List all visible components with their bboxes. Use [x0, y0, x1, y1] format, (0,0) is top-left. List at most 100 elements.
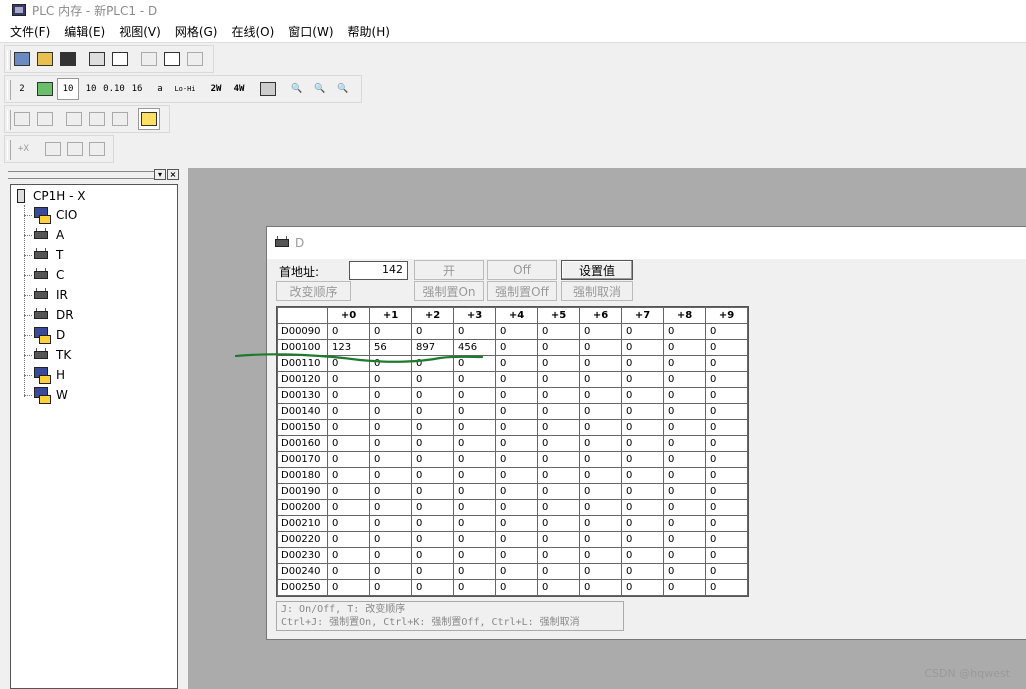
grid-cell[interactable]: 0	[579, 547, 622, 564]
grid-cell[interactable]: 0	[495, 515, 538, 532]
grid-cell[interactable]: 0	[453, 451, 496, 468]
grid-cell[interactable]: 0	[495, 499, 538, 516]
grid-cell[interactable]: 0	[537, 435, 580, 452]
grid-cell[interactable]: 0	[705, 467, 748, 484]
force-icon[interactable]	[65, 138, 86, 160]
grid-cell[interactable]: 0	[579, 451, 622, 468]
grid-cell[interactable]: 0	[495, 403, 538, 420]
four-word-button[interactable]: 4W	[228, 78, 250, 100]
grid-cell[interactable]: 0	[369, 483, 412, 500]
grid-cell[interactable]: 0	[663, 355, 706, 372]
grid-cell[interactable]: 0	[663, 467, 706, 484]
grid-cell[interactable]: 0	[537, 371, 580, 388]
grid-cell[interactable]: 0	[579, 323, 622, 340]
tree-item-h[interactable]: H	[24, 365, 65, 385]
grid-cell[interactable]: 0	[369, 355, 412, 372]
grid-cell[interactable]: 0	[453, 419, 496, 436]
grid-cell[interactable]: 0	[411, 323, 454, 340]
grid-cell[interactable]: 0	[369, 531, 412, 548]
grid-cell[interactable]: 0	[705, 499, 748, 516]
grid-cell[interactable]: 0	[705, 323, 748, 340]
grid-cell[interactable]: 0	[369, 499, 412, 516]
grid-cell[interactable]: 0	[453, 323, 496, 340]
grid-cell[interactable]: 0	[411, 467, 454, 484]
grid-cell[interactable]: 0	[579, 515, 622, 532]
print-preview-icon[interactable]	[109, 48, 131, 70]
grid-cell[interactable]: 0	[411, 451, 454, 468]
grid-cell[interactable]: 0	[453, 579, 496, 596]
grid-cell[interactable]: 0	[327, 403, 370, 420]
grid-cell[interactable]: 0	[579, 467, 622, 484]
grid-cell[interactable]: 0	[453, 371, 496, 388]
set-value-button[interactable]: 设置值	[561, 260, 633, 280]
force-off-button[interactable]: 强制置Off	[487, 281, 557, 301]
grid-cell[interactable]: 0	[411, 483, 454, 500]
tree-item-tk[interactable]: TK	[24, 345, 71, 365]
transfer-icon[interactable]	[86, 108, 108, 130]
grid-cell[interactable]: 0	[621, 515, 664, 532]
grid-cell[interactable]: 0	[495, 419, 538, 436]
grid-cell[interactable]: 0	[663, 515, 706, 532]
grid-cell[interactable]: 0	[411, 419, 454, 436]
grid-cell[interactable]: 0	[453, 563, 496, 580]
grid-cell[interactable]: 0	[663, 419, 706, 436]
grid-cell[interactable]: 0	[495, 371, 538, 388]
grid-cell[interactable]: 0	[369, 547, 412, 564]
grid-cell[interactable]: 0	[621, 371, 664, 388]
bcd-display-button[interactable]: 0.10	[103, 78, 125, 100]
grid-cell[interactable]: 0	[621, 499, 664, 516]
d-window-titlebar[interactable]: D	[267, 227, 1026, 259]
grid-column-header[interactable]: +5	[537, 307, 580, 324]
grid-cell[interactable]: 0	[327, 499, 370, 516]
grid-cell[interactable]: 0	[537, 563, 580, 580]
grid-cell[interactable]: 456	[453, 339, 496, 356]
grid-cell[interactable]: 123	[327, 339, 370, 356]
ascii-display-button[interactable]: a	[149, 78, 171, 100]
grid-cell[interactable]: 0	[369, 451, 412, 468]
grid-cell[interactable]: 0	[537, 323, 580, 340]
lo-hi-button[interactable]: Lo-Hi	[172, 78, 198, 100]
open-folder-icon[interactable]	[34, 48, 56, 70]
on-button[interactable]: 开	[414, 260, 484, 280]
grid-cell[interactable]: 0	[327, 451, 370, 468]
new-project-icon[interactable]	[11, 48, 33, 70]
grid-cell[interactable]: 0	[705, 355, 748, 372]
grid-cell[interactable]: 0	[327, 435, 370, 452]
grid-cell[interactable]: 0	[705, 371, 748, 388]
grid-cell[interactable]: 0	[327, 467, 370, 484]
grid-cell[interactable]: 0	[495, 467, 538, 484]
grid-cell[interactable]: 0	[327, 419, 370, 436]
grid-cell[interactable]: 0	[705, 339, 748, 356]
grid-cell[interactable]: 0	[327, 531, 370, 548]
tree-root-plc[interactable]: CP1H - X	[17, 189, 85, 203]
cut-icon[interactable]	[138, 48, 160, 70]
grid-cell[interactable]: 0	[327, 371, 370, 388]
grid-cell[interactable]: 0	[369, 579, 412, 596]
grid-cell[interactable]: 0	[705, 451, 748, 468]
grid-cell[interactable]: 0	[327, 547, 370, 564]
print-icon[interactable]	[86, 48, 108, 70]
grid-cell[interactable]: 0	[537, 515, 580, 532]
grid-cell[interactable]: 0	[453, 547, 496, 564]
grid-cell[interactable]: 0	[495, 387, 538, 404]
grid-column-header[interactable]: +8	[663, 307, 706, 324]
grid-cell[interactable]: 0	[705, 515, 748, 532]
grid-cell[interactable]: 0	[411, 371, 454, 388]
zoom-medium-icon[interactable]: 🔍	[309, 78, 331, 100]
grid-column-header[interactable]: +9	[705, 307, 748, 324]
tree-item-a[interactable]: A	[24, 225, 64, 245]
grid-cell[interactable]: 0	[411, 499, 454, 516]
grid-cell[interactable]: 0	[663, 323, 706, 340]
grid-cell[interactable]: 0	[663, 483, 706, 500]
pane-grip[interactable]	[8, 171, 163, 179]
grid-cell[interactable]: 0	[369, 563, 412, 580]
grid-cell[interactable]: 0	[663, 531, 706, 548]
grid-cell[interactable]: 0	[621, 339, 664, 356]
grid-cell[interactable]: 0	[537, 531, 580, 548]
tree-item-d[interactable]: D	[24, 325, 65, 345]
grid-column-header[interactable]: +4	[495, 307, 538, 324]
grid-cell[interactable]: 0	[663, 387, 706, 404]
grid-cell[interactable]: 0	[327, 355, 370, 372]
grid-cell[interactable]: 0	[663, 339, 706, 356]
grid-cell[interactable]: 0	[369, 419, 412, 436]
